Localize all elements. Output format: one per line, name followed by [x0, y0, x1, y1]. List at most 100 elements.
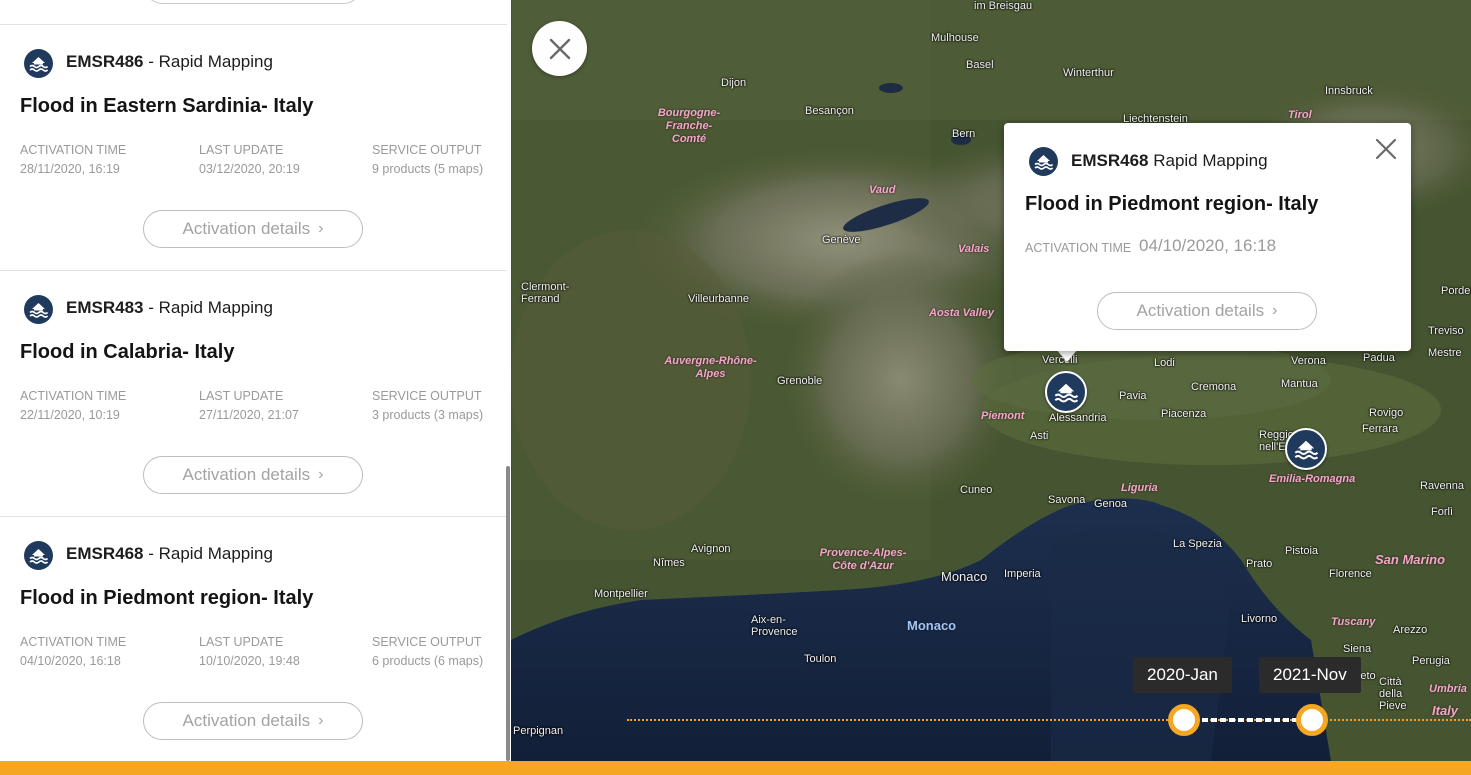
map-place-label: Innsbruck: [1325, 85, 1373, 97]
map-place-label: Rovigo: [1369, 407, 1404, 419]
popup-title: Flood in Piedmont region- Italy: [1025, 193, 1319, 215]
activation-details-label: Activation details: [182, 711, 311, 730]
service-output-label: SERVICE OUTPUT: [372, 389, 482, 403]
activation-details-button[interactable]: Activation details ›: [143, 456, 363, 494]
last-update-value: 10/10/2020, 19:48: [199, 654, 300, 668]
map-place-label: Monaco: [941, 569, 988, 584]
activation-code: EMSR468: [66, 544, 144, 563]
popup-service: Rapid Mapping: [1148, 151, 1268, 170]
map-region-label: Vaud: [869, 184, 896, 196]
activation-time-value: 04/10/2020, 16:18: [20, 654, 121, 668]
map-place-label: Savona: [1048, 494, 1086, 506]
map-place-label: Dijon: [721, 77, 747, 89]
map-place-label: Livorno: [1241, 613, 1278, 625]
map-place-label: Cremona: [1191, 381, 1237, 393]
close-icon: [549, 38, 570, 59]
activation-header: EMSR486 - Rapid Mapping: [66, 52, 273, 72]
activation-card[interactable]: EMSR468 - Rapid Mapping Flood in Piedmon…: [0, 517, 507, 761]
activation-marker[interactable]: [1045, 371, 1087, 413]
activation-service: - Rapid Mapping: [143, 544, 273, 563]
service-output-value: 6 products (6 maps): [372, 654, 484, 668]
chevron-right-icon: ›: [318, 220, 324, 237]
map-place-label: Villeurbanne: [688, 293, 749, 305]
map-place-label: Siena: [1343, 643, 1372, 655]
map-place-label: Ravenna: [1420, 480, 1465, 492]
map-region-label: Bourgogne-Franche-Comté: [657, 107, 721, 145]
map-place-label: Aix-en-Provence: [751, 614, 798, 638]
activation-time-value: 22/11/2020, 10:19: [20, 408, 120, 422]
activation-title: Flood in Eastern Sardinia- Italy: [20, 95, 314, 117]
map-place-label: Prato: [1246, 558, 1273, 570]
map-place-label: Treviso: [1428, 325, 1464, 337]
previous-activation-details-button[interactable]: [143, 0, 363, 4]
map-place-label: Pistoia: [1285, 545, 1319, 557]
last-update-label: LAST UPDATE: [199, 389, 284, 403]
map-place-label: Clermont-Ferrand: [521, 281, 570, 305]
last-update-label: LAST UPDATE: [199, 635, 284, 649]
popup-activation-details-button[interactable]: Activation details ›: [1097, 292, 1317, 330]
map-place-label: Forlì: [1431, 506, 1453, 518]
flood-icon: [1029, 147, 1058, 176]
popup-activation-details-label: Activation details: [1136, 301, 1265, 320]
map-place-label: Padua: [1363, 352, 1395, 364]
map-place-label: Mestre: [1428, 347, 1462, 359]
map-place-label: La Spezia: [1173, 538, 1222, 550]
activation-card[interactable]: EMSR486 - Rapid Mapping Flood in Eastern…: [0, 25, 507, 270]
map-region-label: Italy: [1432, 703, 1459, 718]
activation-header: EMSR483 - Rapid Mapping: [66, 298, 273, 318]
activation-details-button[interactable]: Activation details ›: [143, 210, 363, 248]
popup-activation-time-value: 04/10/2020, 16:18: [1139, 236, 1277, 255]
map-place-label: Genoa: [1094, 498, 1128, 510]
last-update-label: LAST UPDATE: [199, 143, 284, 157]
map-place-label: Montpellier: [594, 588, 648, 600]
map-region-label: Tuscany: [1331, 616, 1376, 628]
map-place-label: Perpignan: [513, 725, 564, 737]
map-place-label: Alessandria: [1049, 412, 1107, 424]
timeline-start-handle[interactable]: [1168, 704, 1200, 736]
map-region-label: San Marino: [1375, 552, 1446, 567]
chevron-right-icon: ›: [1272, 302, 1278, 319]
map-place-label: Verona: [1291, 355, 1326, 367]
flood-icon: [24, 541, 53, 570]
map-place-label: Piacenza: [1161, 408, 1207, 420]
activation-card[interactable]: EMSR483 - Rapid Mapping Flood in Calabri…: [0, 271, 507, 516]
timeline-end-handle[interactable]: [1296, 704, 1328, 736]
map-place-label: Grenoble: [777, 375, 823, 387]
map-region-label: Auvergne-Rhône-Alpes: [664, 355, 757, 380]
map-place-label: Bern: [952, 128, 976, 140]
activation-marker[interactable]: [1285, 428, 1327, 470]
close-popup-button[interactable]: [1372, 135, 1400, 163]
map-place-label: Imperia: [1004, 568, 1041, 580]
map-place-label: Avignon: [691, 543, 731, 555]
satellite-map[interactable]: im Breisgau Mulhouse Basel Winterthur In…: [511, 0, 1471, 761]
map-place-label: Perugia: [1412, 655, 1450, 667]
close-map-button[interactable]: [532, 21, 587, 76]
activation-details-button[interactable]: Activation details ›: [143, 702, 363, 740]
map-place-label: Florence: [1329, 568, 1372, 580]
map-place-label: Mulhouse: [931, 32, 979, 44]
flood-icon: [1294, 440, 1318, 460]
map-region-label: Tirol: [1288, 109, 1312, 121]
map-region-label: Valais: [958, 243, 990, 255]
activation-code: EMSR486: [66, 52, 144, 71]
flood-icon: [1054, 383, 1078, 403]
activation-details-label: Activation details: [182, 219, 311, 238]
timeline-start-label: 2020-Jan: [1133, 657, 1232, 693]
map-place-label: Città della Pieve: [1379, 676, 1407, 712]
popup-activation-time-label: ACTIVATION TIME: [1025, 241, 1132, 255]
flood-icon: [24, 49, 53, 78]
map-region-label: Umbria: [1429, 683, 1467, 695]
map-place-label: Besançon: [805, 105, 854, 117]
chevron-right-icon: ›: [318, 712, 324, 729]
map-place-label: Ferrara: [1362, 423, 1399, 435]
service-output-value: 3 products (3 maps): [372, 408, 484, 422]
map-place-label: Mantua: [1281, 378, 1318, 390]
activation-time-value: 28/11/2020, 16:19: [20, 162, 120, 176]
last-update-value: 27/11/2020, 21:07: [199, 408, 299, 422]
map-place-label: Basel: [966, 59, 994, 71]
timeline-track[interactable]: [627, 719, 1471, 721]
activation-time-label: ACTIVATION TIME: [20, 635, 127, 649]
activation-title: Flood in Calabria- Italy: [20, 341, 235, 363]
panel-scrollbar[interactable]: [506, 466, 510, 761]
activation-service: - Rapid Mapping: [143, 52, 273, 71]
